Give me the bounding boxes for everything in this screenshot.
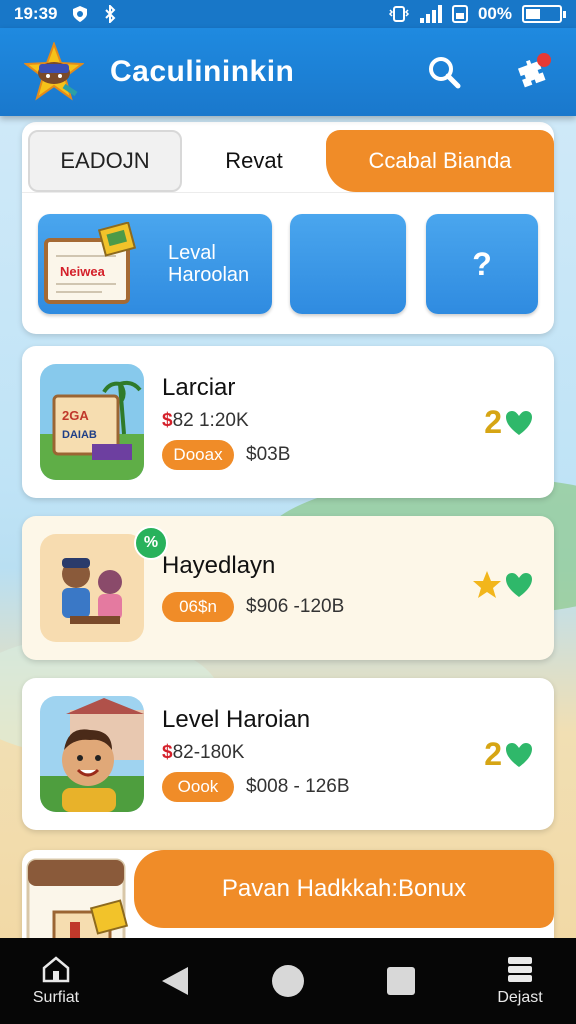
divider xyxy=(22,192,554,193)
tab-eadojn[interactable]: EADOJN xyxy=(28,130,182,192)
item-subtitle: $82 1:20K xyxy=(162,410,249,432)
item-price: $008 - 126B xyxy=(246,776,350,797)
recents-button[interactable] xyxy=(381,961,421,1001)
heart-icon[interactable] xyxy=(504,571,534,599)
item-pill-button[interactable]: Dooax xyxy=(162,440,234,470)
vibrate-icon xyxy=(388,6,410,22)
bonus-card[interactable]: Pavan Hadkkah:Bonux xyxy=(22,850,554,938)
rating-count: 2 xyxy=(484,736,502,772)
certificate-stamp: Neiwea xyxy=(60,264,106,279)
category-card: EADOJN Revat Ccabal Bianda Neiwea Leval … xyxy=(22,122,554,334)
item-pill-button[interactable]: Oook xyxy=(162,772,234,802)
star-icon xyxy=(473,571,501,598)
battery-percent: 00% xyxy=(477,4,512,23)
item-title: Larciar xyxy=(162,374,236,401)
item-pill-button[interactable]: 06$n xyxy=(162,592,234,622)
sim-icon xyxy=(451,5,468,23)
tab-label: Revat xyxy=(225,148,283,173)
certificate-icon: Neiwea xyxy=(44,222,137,304)
home-button[interactable] xyxy=(268,961,308,1001)
blank-tile[interactable] xyxy=(290,214,406,314)
shield-status-icon xyxy=(73,6,88,22)
bluetooth-icon xyxy=(105,5,116,23)
item-title: Level Haroian xyxy=(162,706,311,733)
item-thumbnail: 2GA DAIAB xyxy=(40,364,144,480)
back-button[interactable] xyxy=(155,961,195,1001)
currency-symbol: $ xyxy=(162,742,173,763)
tile-label-line2: Haroolan xyxy=(168,264,250,286)
back-triangle-icon xyxy=(162,967,188,995)
item-subtitle: $82-180K xyxy=(162,742,244,764)
home-icon xyxy=(42,956,70,983)
tab-ccabal-bianda[interactable]: Ccabal Bianda xyxy=(326,130,554,192)
list-item[interactable]: 2GA DAIAB Larciar $82 1:20K Dooax $03B 2 xyxy=(22,346,554,498)
item-title: Hayedlayn xyxy=(162,552,276,579)
puzzle-notification-icon xyxy=(517,53,551,88)
home-circle-icon xyxy=(272,965,304,997)
heart-icon[interactable] xyxy=(504,409,534,437)
tab-revat[interactable]: Revat xyxy=(192,130,316,192)
content-area: EADOJN Revat Ccabal Bianda Neiwea Leval … xyxy=(0,116,576,938)
nav-home[interactable]: Surfiat xyxy=(30,955,82,1007)
search-button[interactable] xyxy=(424,52,464,92)
list-icon xyxy=(508,957,532,982)
help-tile[interactable]: ? xyxy=(426,214,538,314)
bonus-label: Pavan Hadkkah:Bonux xyxy=(221,875,467,902)
nav-deposit[interactable]: Dejast xyxy=(494,955,546,1007)
app-title: Caculininkin xyxy=(110,55,295,88)
item-subtitle-value: 82-180K xyxy=(172,742,245,763)
signal-icon xyxy=(419,5,442,23)
nav-deposit-label: Dejast xyxy=(497,989,543,1006)
tab-label: Ccabal Bianda xyxy=(368,148,512,173)
notification-button[interactable] xyxy=(512,52,552,92)
heart-icon[interactable] xyxy=(504,741,534,769)
currency-symbol: $ xyxy=(162,410,173,431)
battery-icon xyxy=(522,5,566,23)
item-rating xyxy=(472,570,534,600)
item-thumbnail xyxy=(40,696,144,812)
list-item[interactable]: % Hayedlayn 06$n $906 -120B xyxy=(22,516,554,660)
nav-home-label: Surfiat xyxy=(32,989,80,1006)
item-rating: 2 xyxy=(484,404,534,441)
star-mascot-icon[interactable] xyxy=(23,41,85,102)
item-thumbnail xyxy=(40,534,144,642)
svg-text:DAIAB: DAIAB xyxy=(62,429,97,441)
app-bar: Caculininkin xyxy=(0,28,576,116)
level-haroolan-tile[interactable]: Neiwea Leval Haroolan xyxy=(38,214,272,314)
search-icon xyxy=(429,57,461,89)
status-bar: 19:39 00% xyxy=(0,0,576,28)
question-icon: ? xyxy=(472,245,492,282)
tile-label: Leval Haroolan xyxy=(168,242,249,286)
percent-icon: % xyxy=(143,534,159,551)
bonus-button[interactable]: Pavan Hadkkah:Bonux xyxy=(134,850,554,928)
rating-count: 2 xyxy=(484,404,502,440)
tile-label-line1: Leval xyxy=(168,242,216,264)
recents-square-icon xyxy=(387,967,415,995)
thumb-calendar-text: 2GA xyxy=(62,408,89,423)
tab-label: EADOJN xyxy=(60,148,150,173)
certificate-icon xyxy=(26,858,129,938)
status-time: 19:39 xyxy=(14,4,58,23)
item-subtitle-value: 82 1:20K xyxy=(172,410,249,431)
list-item[interactable]: Level Haroian $82-180K Oook $008 - 126B … xyxy=(22,678,554,830)
item-price: $906 -120B xyxy=(246,596,345,617)
system-nav-bar: Surfiat Dejast xyxy=(0,938,576,1024)
item-rating: 2 xyxy=(484,736,534,773)
item-price: $03B xyxy=(246,444,291,465)
